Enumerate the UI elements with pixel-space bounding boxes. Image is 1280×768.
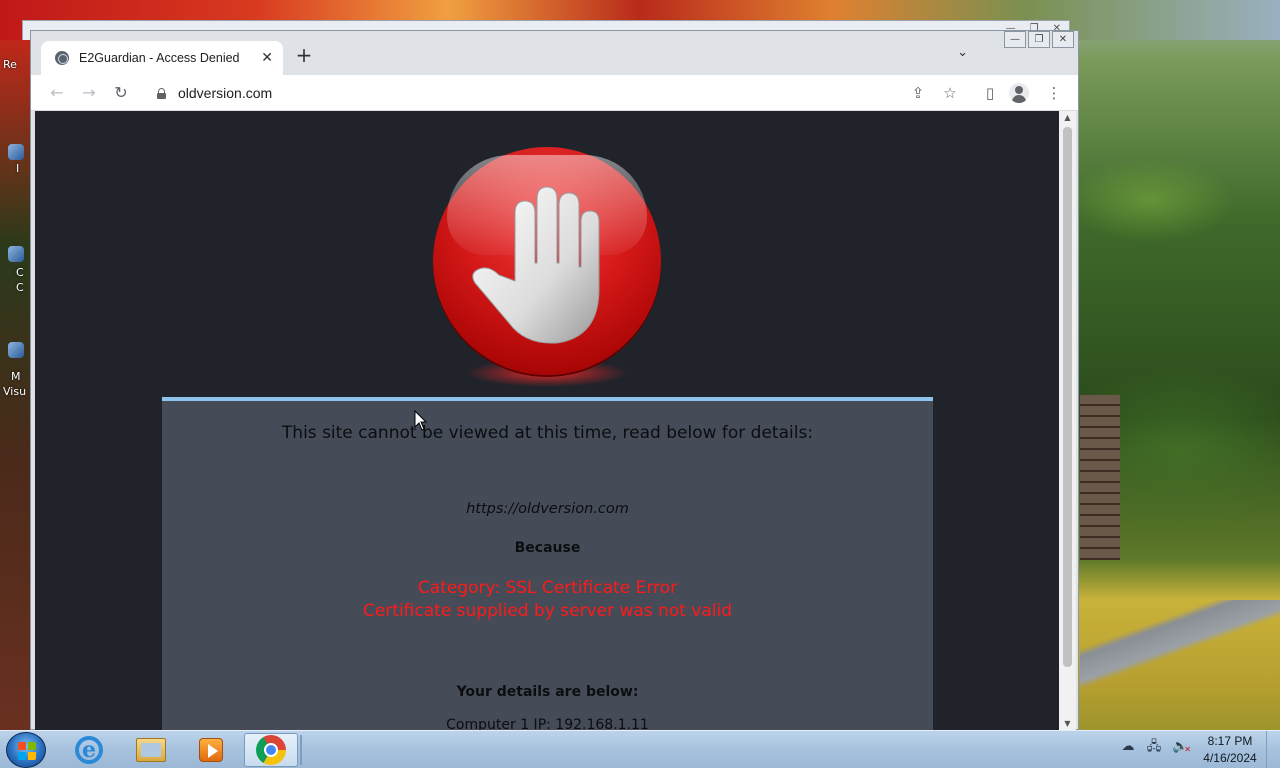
user-details-line: Computer 1 IP: 192.168.1.11 [446,717,649,731]
profile-avatar-icon[interactable] [1009,83,1029,103]
desktop-icon-label[interactable]: C [16,266,24,279]
taskbar-media-player[interactable] [184,733,238,767]
taskbar-internet-explorer[interactable]: e [62,733,116,767]
desktop-icon-label[interactable]: I [16,162,19,175]
scroll-up-icon[interactable]: ▲ [1059,111,1076,125]
bookmark-star-icon[interactable]: ☆ [938,81,962,105]
browser-toolbar: ← → ↻ oldversion.com ⇪ ☆ ▯ ⋮ [31,75,1078,111]
menu-kebab-icon[interactable]: ⋮ [1042,81,1066,105]
hand-icon [472,186,600,344]
desktop-icon-label[interactable]: C [16,281,24,294]
because-label: Because [514,540,581,556]
clock-date: 4/16/2024 [1203,751,1257,765]
page-viewport: This site cannot be viewed at this time,… [35,111,1059,731]
share-icon[interactable]: ⇪ [906,81,930,105]
system-tray: ☁ 🖧 🔈 [1120,739,1192,758]
tab-e2guardian[interactable]: E2Guardian - Access Denied ✕ [41,41,283,75]
wallpaper-path [1080,600,1280,690]
tab-close-icon[interactable]: ✕ [261,50,273,66]
lock-icon[interactable] [157,87,166,99]
desktop-icon-label[interactable]: Re [3,58,17,71]
side-panel-icon[interactable]: ▯ [978,81,1002,105]
desktop-icon[interactable] [8,246,24,262]
desktop-icon[interactable] [8,342,24,358]
chrome-icon [256,735,286,765]
details-heading: Your details are below: [456,684,639,700]
onedrive-cloud-icon[interactable]: ☁ [1120,739,1136,755]
forward-button[interactable]: → [77,81,101,105]
page-scrollbar[interactable]: ▲ ▼ [1059,111,1076,731]
tab-strip: E2Guardian - Access Denied ✕ + ⌄ [31,31,1078,75]
internet-explorer-icon: e [75,736,103,764]
back-button[interactable]: ← [45,81,69,105]
desktop-icon-label[interactable]: Visu [3,385,26,398]
reload-button[interactable]: ↻ [109,81,133,105]
taskbar-file-explorer[interactable] [124,733,178,767]
windows-logo-icon [18,742,36,760]
address-bar[interactable]: oldversion.com [143,78,983,108]
network-icon[interactable]: 🖧 [1146,739,1162,755]
tab-search-chevron-icon[interactable]: ⌄ [957,45,968,60]
folder-icon [136,738,166,762]
taskbar: e ☁ 🖧 🔈 8:17 PM 4/16/2024 [0,730,1280,768]
blocked-url: https://oldversion.com [466,501,629,517]
url-text[interactable]: oldversion.com [178,85,272,101]
scroll-down-icon[interactable]: ▼ [1059,717,1076,731]
globe-icon [55,51,69,65]
block-category: Category: SSL Certificate Error [417,578,678,598]
tab-title: E2Guardian - Access Denied [79,51,240,65]
desktop-icon[interactable] [8,144,24,160]
mouse-cursor-icon [414,410,428,431]
clock-time: 8:17 PM [1207,734,1253,748]
scrollbar-thumb[interactable] [1063,127,1072,667]
taskbar-google-chrome[interactable] [244,733,298,767]
wallpaper-cabin [1080,395,1120,560]
chrome-window: — ❐ ✕ E2Guardian - Access Denied ✕ + ⌄ ←… [30,30,1079,731]
taskbar-separator [300,735,302,765]
start-button[interactable] [6,732,46,768]
volume-muted-icon[interactable]: 🔈 [1172,739,1191,758]
show-desktop-button[interactable] [1266,731,1280,768]
page-title: This site cannot be viewed at this time,… [281,423,814,443]
desktop-icon-label[interactable]: M [11,370,21,383]
new-tab-button[interactable]: + [293,45,315,67]
access-denied-panel: This site cannot be viewed at this time,… [162,397,933,731]
stop-hand-icon [433,147,661,375]
block-reason: Certificate supplied by server was not v… [362,601,733,621]
system-clock[interactable]: 8:17 PM 4/16/2024 [1195,733,1265,767]
media-player-icon [199,738,223,762]
